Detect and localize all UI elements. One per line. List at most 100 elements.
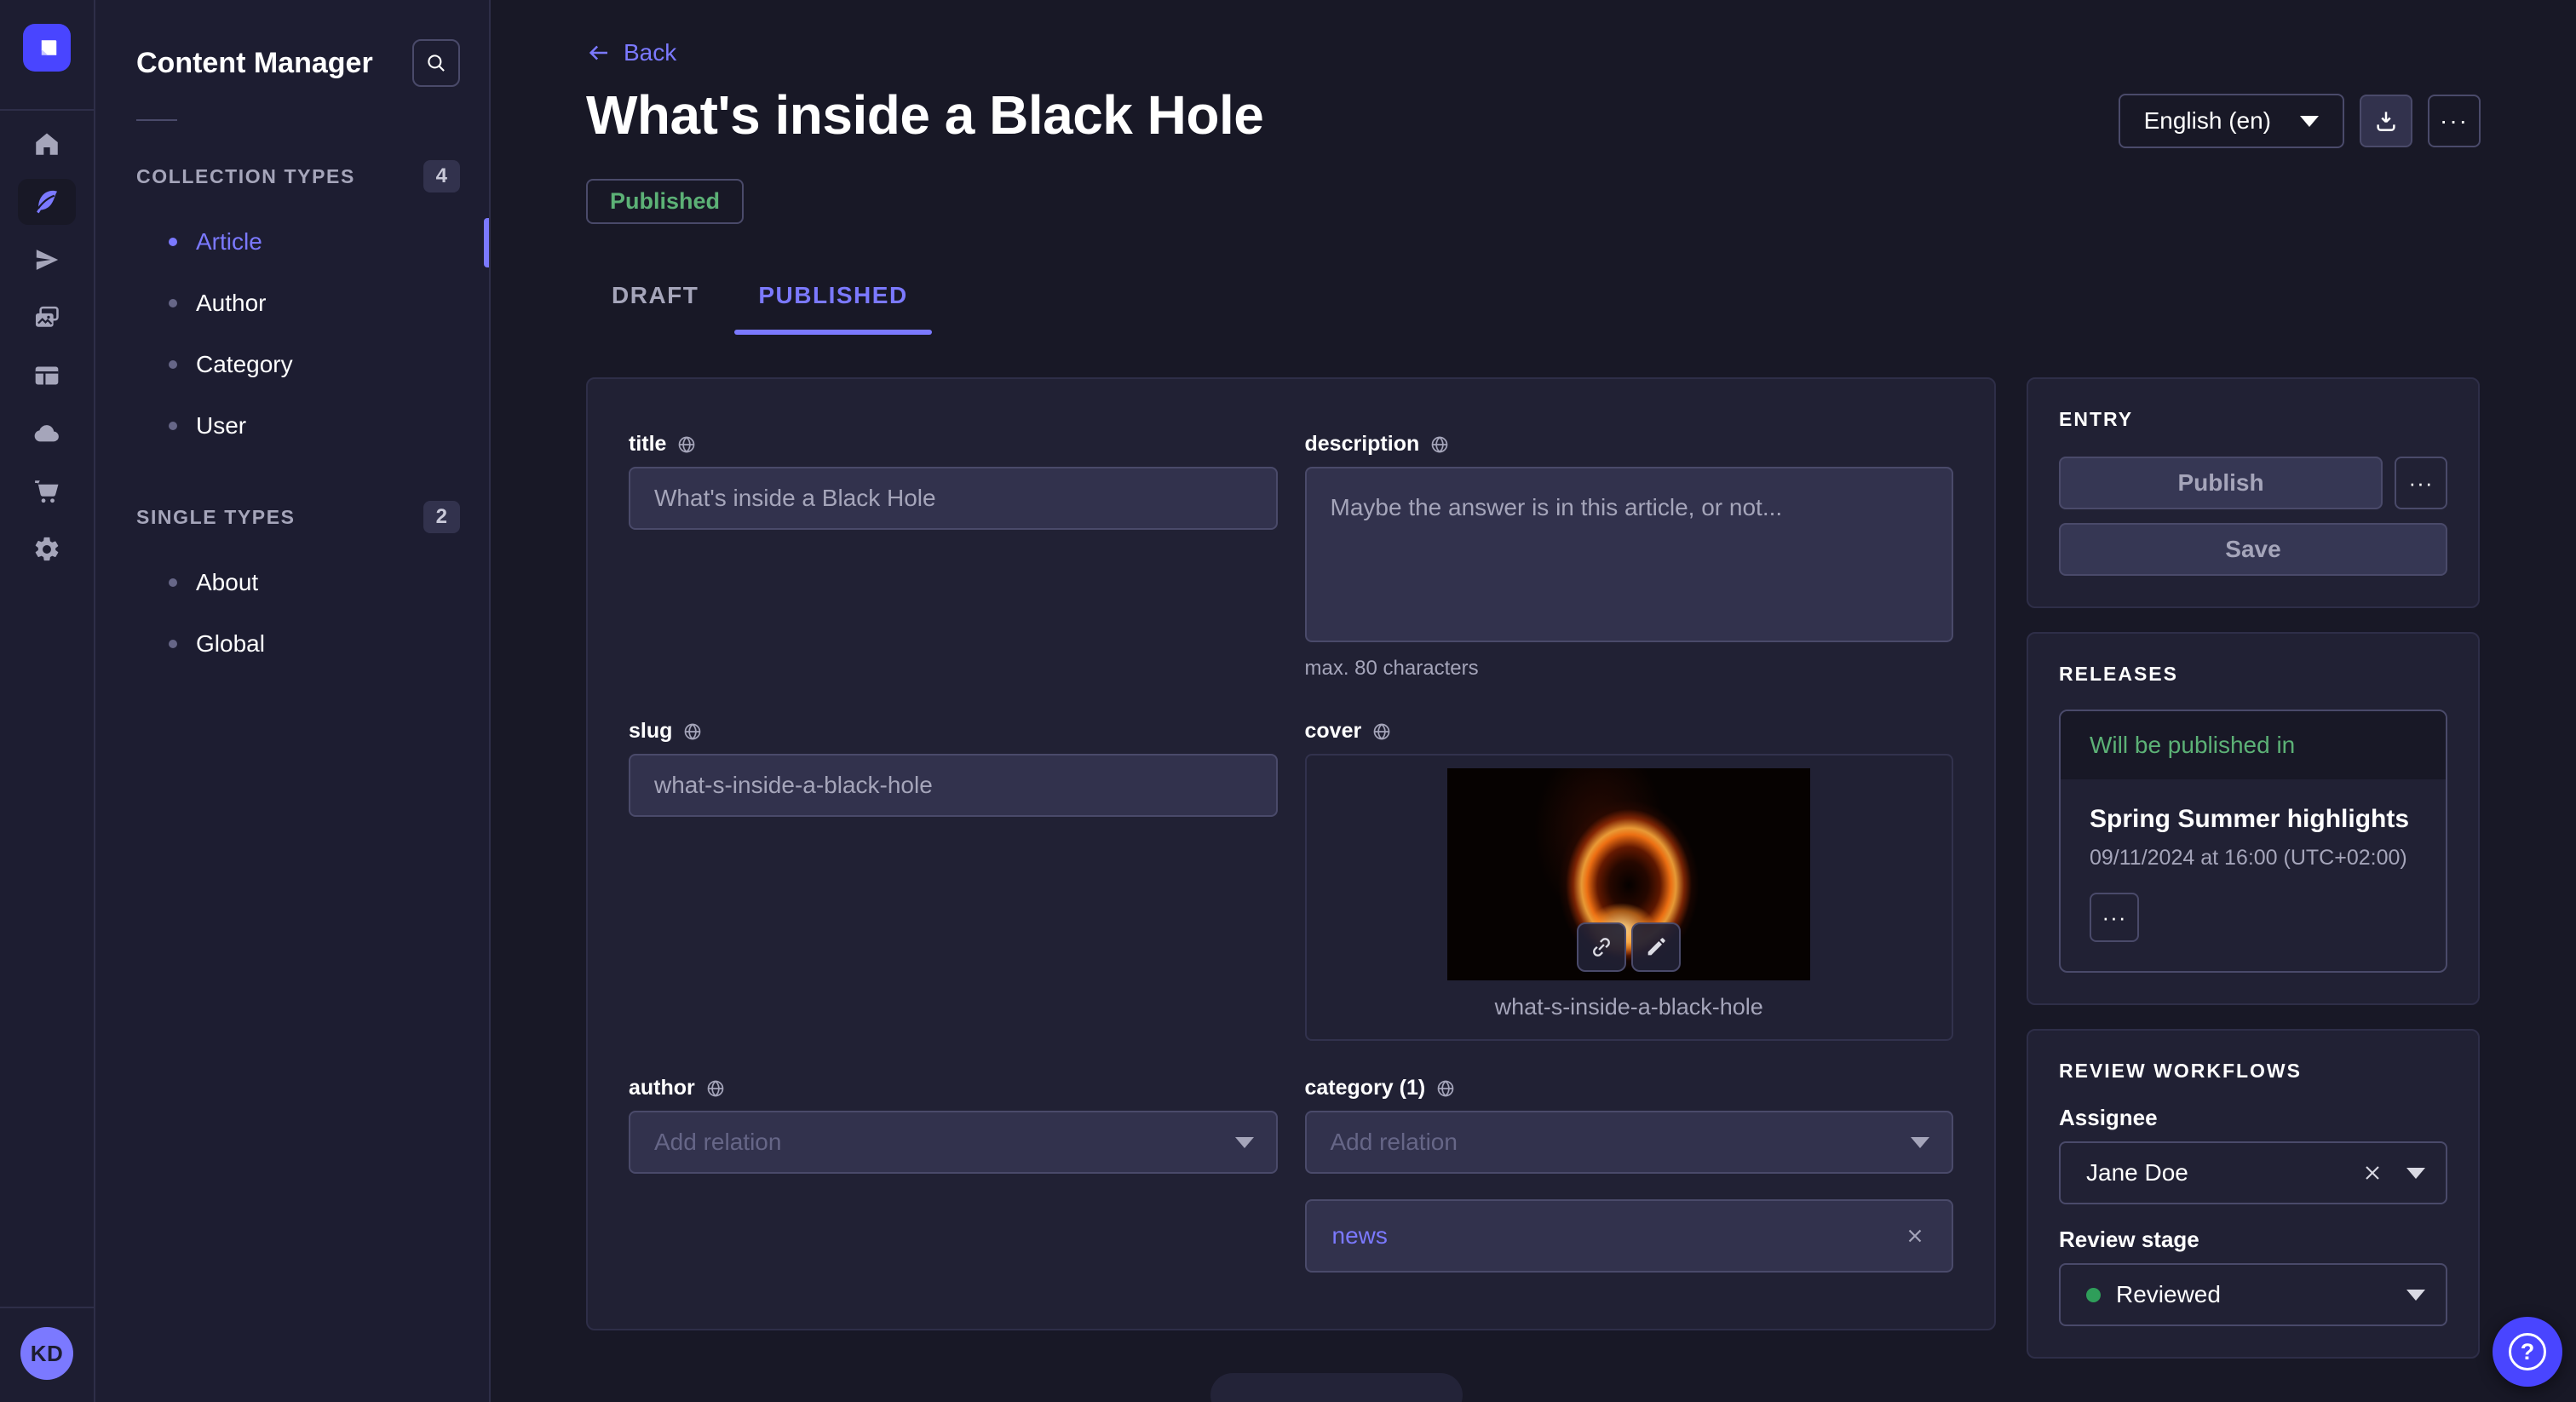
sidebar-item-label: Category <box>196 351 293 378</box>
single-types-section: SINGLE TYPES 2 About Global <box>136 501 460 675</box>
description-hint: max. 80 characters <box>1305 657 1954 681</box>
rail-bottom-divider <box>0 1307 95 1308</box>
assignee-select[interactable]: Jane Doe <box>2059 1141 2447 1204</box>
field-slug: slug <box>629 719 1278 1076</box>
strapi-logo[interactable] <box>23 24 71 72</box>
sidebar-item-author[interactable]: Author <box>136 273 460 334</box>
remove-relation-button[interactable] <box>1904 1225 1926 1247</box>
strapi-logo-icon <box>34 35 60 60</box>
field-cover: cover <box>1305 719 1954 1076</box>
sidebar-item-about[interactable]: About <box>136 552 460 613</box>
page-title: What's inside a Black Hole <box>586 83 1263 147</box>
nav-media-library-icon[interactable] <box>18 295 76 341</box>
download-icon <box>2373 108 2399 134</box>
sidebar-divider <box>136 119 177 121</box>
globe-icon <box>676 434 697 455</box>
side-panels: ENTRY Publish ··· Save RELEASES Will be … <box>2027 377 2480 1359</box>
chevron-down-icon <box>2406 1290 2425 1301</box>
releases-panel: RELEASES Will be published in Spring Sum… <box>2027 632 2480 1005</box>
bullet-icon <box>169 578 177 587</box>
sidebar-item-label: Global <box>196 630 265 658</box>
edit-asset-button[interactable] <box>1631 922 1681 972</box>
review-workflows-heading: REVIEW WORKFLOWS <box>2059 1060 2447 1083</box>
sidebar-item-category[interactable]: Category <box>136 334 460 395</box>
nav-home-icon[interactable] <box>18 121 76 167</box>
collection-types-heading: COLLECTION TYPES <box>136 165 355 188</box>
field-author: author Add relation <box>629 1076 1278 1329</box>
field-category: category (1) Add relation news <box>1305 1076 1954 1329</box>
chevron-down-icon <box>2300 116 2319 127</box>
nav-deploy-cloud-icon[interactable] <box>18 411 76 457</box>
nav-settings-icon[interactable] <box>18 526 76 572</box>
cover-asset-card: what-s-inside-a-black-hole <box>1305 754 1954 1041</box>
tab-draft[interactable]: DRAFT <box>586 277 724 314</box>
bullet-icon <box>169 422 177 430</box>
help-button[interactable]: ? <box>2493 1317 2562 1387</box>
review-stage-value: Reviewed <box>2116 1281 2221 1308</box>
chevron-down-icon <box>1235 1137 1254 1148</box>
app-root: KD Content Manager COLLECTION TYPES 4 Ar… <box>0 0 2576 1402</box>
close-icon <box>2360 1161 2384 1185</box>
sidebar-item-label: User <box>196 412 246 440</box>
nav-marketplace-icon[interactable] <box>18 468 76 514</box>
slug-input[interactable] <box>629 754 1278 817</box>
globe-icon <box>1429 434 1450 455</box>
back-link[interactable]: Back <box>586 39 676 66</box>
bullet-icon <box>169 360 177 369</box>
cover-image <box>1447 768 1810 980</box>
category-relation-select[interactable]: Add relation <box>1305 1111 1954 1174</box>
category-label: category (1) <box>1305 1076 1426 1100</box>
collection-types-count-badge: 4 <box>423 160 460 192</box>
collection-types-section: COLLECTION TYPES 4 Article Author Catego… <box>136 160 460 457</box>
sidebar-item-label: Article <box>196 228 262 256</box>
release-title: Spring Summer highlights <box>2090 805 2417 834</box>
sidebar-item-user[interactable]: User <box>136 395 460 457</box>
relation-news-link[interactable]: news <box>1332 1222 1388 1250</box>
rail-divider <box>0 109 95 111</box>
chevron-down-icon <box>2406 1168 2425 1179</box>
review-stage-select[interactable]: Reviewed <box>2059 1263 2447 1326</box>
cutoff-bottom-button[interactable] <box>1210 1373 1463 1402</box>
bullet-icon <box>169 238 177 246</box>
export-button[interactable] <box>2360 95 2412 147</box>
field-title: title <box>629 432 1278 719</box>
sidebar-item-article[interactable]: Article <box>136 211 460 273</box>
copy-link-button[interactable] <box>1577 922 1626 972</box>
assignee-label: Assignee <box>2059 1105 2447 1131</box>
tab-published[interactable]: PUBLISHED <box>733 277 933 314</box>
chevron-down-icon <box>1911 1137 1929 1148</box>
nav-content-type-builder-icon[interactable] <box>18 353 76 399</box>
main-nav-rail: KD <box>0 0 95 1402</box>
title-input[interactable] <box>629 467 1278 530</box>
entry-more-button[interactable]: ··· <box>2395 457 2447 509</box>
assignee-value: Jane Doe <box>2086 1159 2188 1187</box>
clear-assignee-button[interactable] <box>2360 1161 2384 1185</box>
sidebar-item-global[interactable]: Global <box>136 613 460 675</box>
sidebar-item-label: Author <box>196 290 267 317</box>
globe-icon <box>1371 721 1392 742</box>
bullet-icon <box>169 640 177 648</box>
author-relation-placeholder: Add relation <box>654 1129 781 1156</box>
release-more-button[interactable]: ··· <box>2090 893 2139 942</box>
locale-select-value: English (en) <box>2144 107 2271 135</box>
releases-heading: RELEASES <box>2059 663 2447 686</box>
entry-panel: ENTRY Publish ··· Save <box>2027 377 2480 608</box>
cover-filename: what-s-inside-a-black-hole <box>1307 980 1952 1039</box>
publish-button[interactable]: Publish <box>2059 457 2383 509</box>
nav-releases-icon[interactable] <box>18 237 76 283</box>
locale-select[interactable]: English (en) <box>2119 94 2344 148</box>
sidebar-title: Content Manager <box>136 47 373 80</box>
search-button[interactable] <box>412 39 460 87</box>
description-textarea[interactable]: Maybe the answer is in this article, or … <box>1305 467 1954 642</box>
nav-content-manager-icon[interactable] <box>18 179 76 225</box>
header-more-button[interactable]: ··· <box>2428 95 2481 147</box>
author-relation-select[interactable]: Add relation <box>629 1111 1278 1174</box>
release-status: Will be published in <box>2061 711 2446 779</box>
search-icon <box>424 51 448 75</box>
save-button[interactable]: Save <box>2059 523 2447 576</box>
sidebar-item-label: About <box>196 569 258 596</box>
pencil-icon <box>1644 935 1668 959</box>
user-avatar[interactable]: KD <box>20 1327 73 1380</box>
active-item-indicator <box>484 218 489 267</box>
content-manager-sidebar: Content Manager COLLECTION TYPES 4 Artic… <box>95 0 491 1402</box>
